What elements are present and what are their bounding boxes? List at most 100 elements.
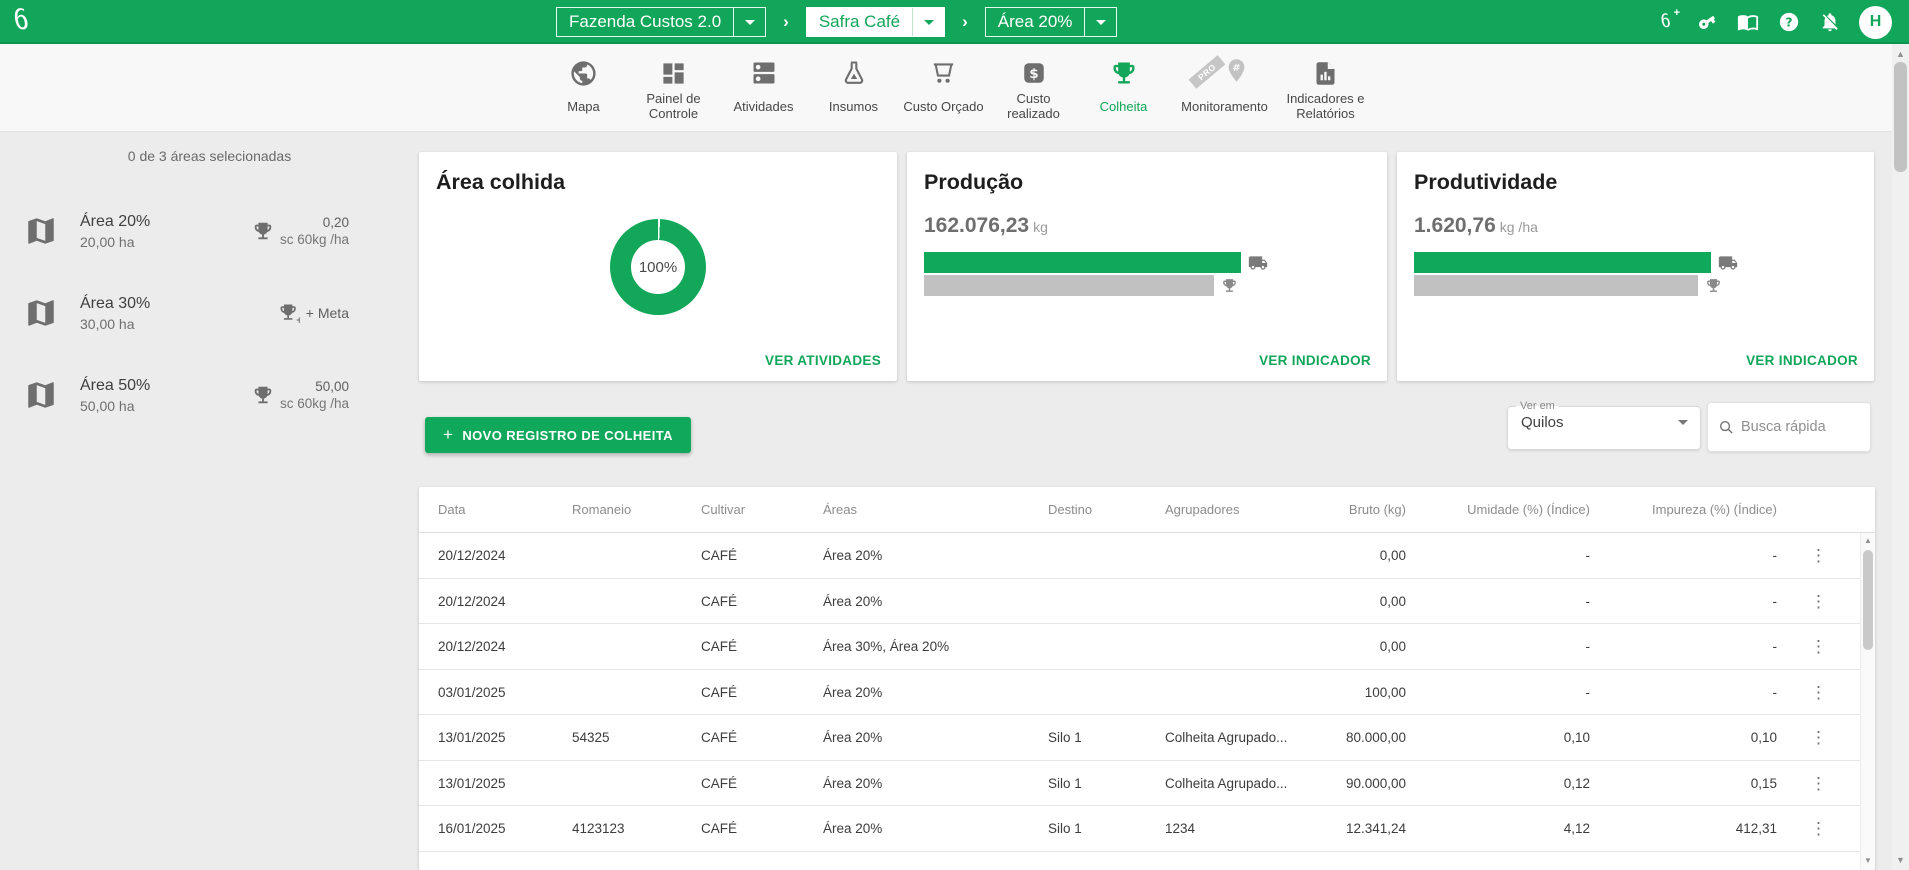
- tab-insumos[interactable]: Insumos: [812, 57, 896, 131]
- scroll-up-icon[interactable]: [1861, 533, 1875, 548]
- area-list-item[interactable]: Área 30% 30,00 ha + + Meta: [0, 280, 419, 346]
- scrollbar-thumb[interactable]: [1863, 550, 1873, 650]
- area-list-item[interactable]: Área 20% 20,00 ha 0,20 sc 60kg /ha: [0, 198, 419, 264]
- cell-romaneio: 54325: [572, 715, 701, 760]
- scroll-down-icon[interactable]: [1861, 853, 1875, 868]
- tab-colheita[interactable]: Colheita: [1082, 57, 1166, 131]
- row-menu-button[interactable]: [1810, 533, 1827, 578]
- area-goal[interactable]: 0,20 sc 60kg /ha: [252, 214, 349, 248]
- page-body: 0 de 3 áreas selecionadas Área 20% 20,00…: [0, 132, 1892, 870]
- goal-unit: sc 60kg /ha: [280, 395, 349, 412]
- cell-romaneio: 4123123: [572, 806, 701, 851]
- cell-areas: Área 20%: [823, 715, 1048, 760]
- column-header: Áreas: [823, 487, 1048, 532]
- list-icon: [750, 57, 778, 89]
- scroll-up-icon[interactable]: [1892, 46, 1909, 62]
- cell-destino: Silo 1: [1048, 806, 1165, 851]
- row-menu-button[interactable]: [1810, 670, 1827, 715]
- summary-cards: Área colhida 100% VER ATIVIDADES Produçã…: [419, 152, 1874, 381]
- truck-icon: [1718, 253, 1738, 273]
- new-harvest-record-button[interactable]: + NOVO REGISTRO DE COLHEITA: [425, 417, 691, 453]
- areas-selected-count: 0 de 3 áreas selecionadas: [0, 148, 419, 164]
- cell-agrupadores: [1165, 624, 1295, 669]
- row-menu-button[interactable]: [1810, 761, 1827, 806]
- view-in-select[interactable]: Ver em Quilos: [1507, 400, 1701, 450]
- svg-text:#: #: [1232, 63, 1240, 74]
- tab-atividades[interactable]: Atividades: [722, 57, 806, 131]
- cell-cultivar: CAFÉ: [701, 579, 823, 624]
- help-icon: ?: [1778, 11, 1800, 33]
- notifications-off-button[interactable]: [1818, 10, 1842, 34]
- row-menu-button[interactable]: [1810, 715, 1827, 760]
- table-row: 16/01/2025 4123123 CAFÉ Área 20% Silo 1 …: [419, 806, 1875, 852]
- aegro-plus-icon: ∂: [1661, 11, 1670, 33]
- tab-custo-realizado[interactable]: $ Custo realizado: [992, 57, 1076, 131]
- page-scrollbar[interactable]: [1892, 44, 1909, 870]
- trophy-icon: [1221, 277, 1238, 294]
- donut-percent: 100%: [639, 259, 677, 276]
- ver-atividades-link[interactable]: VER ATIVIDADES: [765, 353, 881, 368]
- cell-impureza: 0,15: [1590, 761, 1777, 806]
- cell-areas: Área 20%: [823, 806, 1048, 851]
- column-header: Agrupadores: [1165, 487, 1295, 532]
- area-goal[interactable]: 50,00 sc 60kg /ha: [252, 378, 349, 412]
- tab-indicadores-e-relatorios[interactable]: Indicadores e Relatórios: [1284, 57, 1368, 131]
- cell-destino: [1048, 579, 1165, 624]
- cell-cultivar: CAFÉ: [701, 761, 823, 806]
- user-avatar[interactable]: H: [1859, 6, 1892, 39]
- cell-data: 16/01/2025: [438, 806, 572, 851]
- cell-cultivar: CAFÉ: [701, 533, 823, 578]
- ver-indicador-link[interactable]: VER INDICADOR: [1259, 353, 1371, 368]
- plus-icon: +: [443, 425, 453, 445]
- map-icon: [24, 214, 58, 248]
- cart-icon: [929, 57, 958, 89]
- table-scrollbar[interactable]: [1860, 533, 1875, 870]
- tab-painel-de-controle[interactable]: Painel de Controle: [632, 57, 716, 131]
- search-input[interactable]: [1741, 419, 1851, 435]
- trophy-icon: [252, 384, 274, 406]
- area-select[interactable]: Área 20%: [985, 7, 1118, 37]
- cell-bruto: 12.341,24: [1295, 806, 1406, 851]
- tab-custo-orcado[interactable]: Custo Orçado: [902, 57, 986, 131]
- table-row: 20/12/2024 CAFÉ Área 20% 0,00 - -: [419, 579, 1875, 625]
- row-menu-button[interactable]: [1810, 624, 1827, 669]
- cell-destino: [1048, 533, 1165, 578]
- chevron-down-icon[interactable]: [912, 8, 944, 36]
- tab-mapa[interactable]: Mapa: [542, 57, 626, 131]
- scrollbar-thumb[interactable]: [1894, 62, 1907, 172]
- aegro-logo-icon: ∂: [14, 4, 28, 37]
- cell-areas: Área 20%: [823, 533, 1048, 578]
- cell-impureza: -: [1590, 579, 1777, 624]
- view-in-value: Quilos: [1521, 414, 1564, 431]
- cell-umidade: 4,12: [1406, 806, 1590, 851]
- tab-monitoramento[interactable]: PRO # Monitoramento: [1172, 57, 1278, 131]
- season-select[interactable]: Safra Café: [806, 7, 945, 37]
- aegro-plus-button[interactable]: ∂ +: [1654, 10, 1678, 34]
- cell-agrupadores: [1165, 579, 1295, 624]
- svg-text:$: $: [1029, 66, 1038, 82]
- scroll-down-icon[interactable]: [1892, 852, 1909, 868]
- table-row: 20/12/2024 CAFÉ Área 20% 0,00 - -: [419, 533, 1875, 579]
- cell-data: 03/01/2025: [438, 670, 572, 715]
- cell-data: 20/12/2024: [438, 624, 572, 669]
- cell-romaneio: [572, 670, 701, 715]
- area-select-label: Área 20%: [986, 8, 1085, 36]
- key-button[interactable]: [1695, 10, 1719, 34]
- manual-button[interactable]: [1736, 10, 1760, 34]
- help-button[interactable]: ?: [1777, 10, 1801, 34]
- chevron-down-icon[interactable]: [1084, 8, 1116, 36]
- chevron-down-icon[interactable]: [733, 8, 765, 36]
- add-goal-button[interactable]: + + Meta: [278, 302, 349, 324]
- production-value: 162.076,23: [924, 214, 1029, 237]
- farm-select[interactable]: Fazenda Custos 2.0: [556, 7, 766, 37]
- cell-romaneio: [572, 533, 701, 578]
- trophy-icon: [1110, 57, 1138, 89]
- cell-agrupadores: Colheita Agrupado...: [1165, 715, 1295, 760]
- quick-search[interactable]: [1707, 402, 1871, 452]
- column-header: Data: [438, 487, 572, 532]
- ver-indicador-link[interactable]: VER INDICADOR: [1746, 353, 1858, 368]
- row-menu-button[interactable]: [1810, 579, 1827, 624]
- area-list-item[interactable]: Área 50% 50,00 ha 50,00 sc 60kg /ha: [0, 362, 419, 428]
- row-menu-button[interactable]: [1810, 806, 1827, 851]
- areas-sidebar: 0 de 3 áreas selecionadas Área 20% 20,00…: [0, 132, 419, 870]
